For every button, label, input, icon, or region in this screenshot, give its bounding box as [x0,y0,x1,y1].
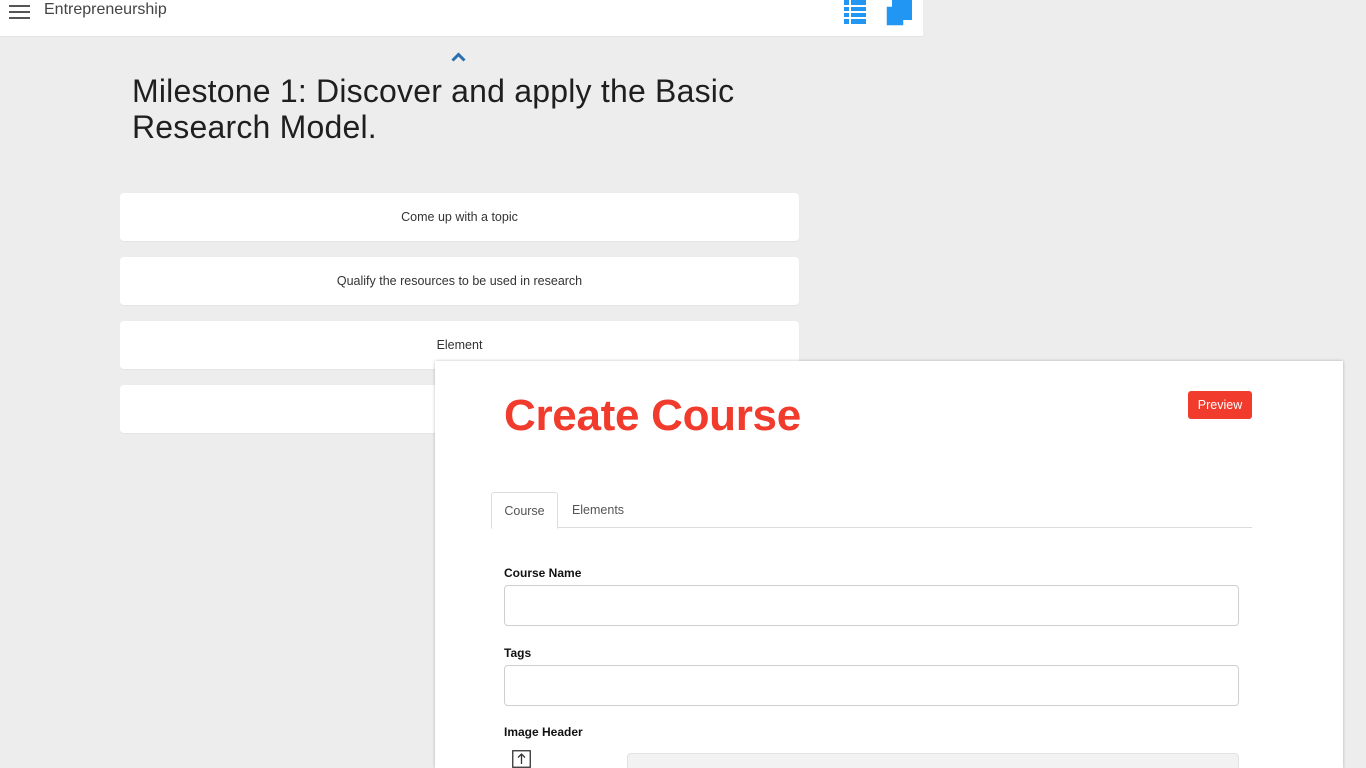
milestone-item[interactable]: Qualify the resources to be used in rese… [120,257,799,305]
tags-input[interactable] [504,665,1239,706]
milestone-item-label: Element [436,338,483,352]
milestone-item-label: Come up with a topic [401,210,518,224]
milestone-item[interactable]: Come up with a topic [120,193,799,241]
upload-icon[interactable] [512,750,531,768]
image-header-label: Image Header [504,725,583,739]
tab-course[interactable]: Course [491,492,558,529]
milestone-title: Milestone 1: Discover and apply the Basi… [132,73,735,145]
preview-button[interactable]: Preview [1188,391,1252,419]
course-name-label: Course Name [504,566,582,580]
milestone-item-label: Qualify the resources to be used in rese… [336,274,583,288]
dialog-title: Create Course [504,391,801,440]
course-name-input[interactable] [504,585,1239,626]
top-bar: Entrepreneurship [0,0,923,37]
create-course-dialog: Create Course Preview Course Elements Co… [435,361,1343,768]
hamburger-icon[interactable] [9,5,30,19]
app-title: Entrepreneurship [44,1,167,18]
image-header-field[interactable] [627,753,1239,768]
tab-bar: Course Elements [491,492,1252,529]
list-view-icon[interactable] [844,0,866,25]
tags-label: Tags [504,646,532,660]
tab-elements[interactable]: Elements [561,492,635,528]
copy-pages-icon[interactable] [886,0,912,26]
chevron-up-icon[interactable] [451,52,466,62]
